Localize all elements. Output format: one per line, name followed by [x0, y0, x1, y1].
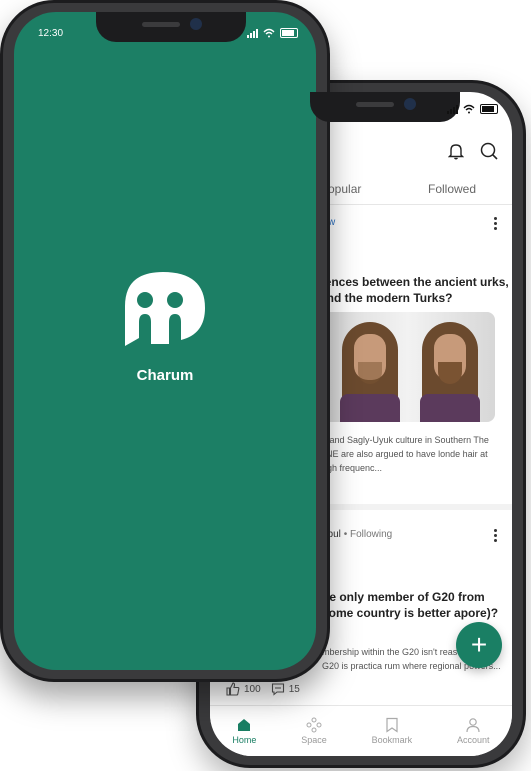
post-reactions: 100 15	[226, 682, 300, 696]
nav-home[interactable]: Home	[232, 717, 256, 745]
bookmark-icon	[386, 717, 398, 733]
post-image	[320, 312, 495, 422]
search-icon[interactable]	[480, 142, 498, 160]
speaker	[356, 102, 394, 107]
brand-name: Charum	[136, 367, 194, 384]
speaker	[142, 22, 180, 27]
nav-bookmark[interactable]: Bookmark	[371, 717, 413, 745]
status-time: 12:30	[38, 28, 64, 39]
wifi-icon	[263, 28, 275, 38]
camera	[190, 18, 202, 30]
front-notch	[96, 12, 246, 42]
nav-bookmark-label: Bookmark	[371, 735, 413, 745]
post-excerpt: el and Sagly-Uyuk culture in Southern Th…	[320, 435, 489, 473]
back-notch	[310, 92, 460, 122]
add-post-button[interactable]: +	[456, 622, 502, 668]
nav-home-label: Home	[232, 735, 257, 745]
status-icons	[247, 28, 298, 38]
front-phone: 12:30 Charum	[0, 0, 330, 682]
header-actions	[448, 142, 498, 160]
like-group[interactable]: 100	[226, 682, 261, 696]
nav-account-label: Account	[457, 735, 490, 745]
space-icon	[306, 717, 322, 733]
thumbs-up-icon[interactable]	[226, 682, 240, 696]
comment-icon[interactable]	[271, 682, 285, 696]
more-icon[interactable]	[494, 529, 498, 542]
wifi-icon	[463, 104, 475, 114]
splash-screen: 12:30 Charum	[14, 12, 316, 670]
home-icon	[238, 719, 251, 731]
tab-followed[interactable]: Followed	[428, 182, 476, 196]
following-status: Following	[349, 529, 393, 540]
bell-icon[interactable]	[448, 142, 464, 160]
signal-icon	[447, 104, 458, 114]
comment-group[interactable]: 15	[271, 682, 300, 696]
battery-icon	[480, 104, 498, 114]
battery-icon	[280, 28, 298, 38]
post-title[interactable]: he only member of G20 from some country …	[322, 589, 502, 621]
more-icon[interactable]	[494, 217, 498, 230]
nav-space[interactable]: Space	[301, 717, 327, 745]
nav-space-label: Space	[301, 735, 327, 745]
charum-logo-icon	[125, 272, 205, 346]
post-title[interactable]: rences between the ancient urks, and the…	[320, 274, 510, 306]
like-count: 100	[244, 683, 261, 695]
portrait-right	[420, 322, 480, 422]
status-bar	[447, 104, 498, 114]
bottom-nav: Home Space Bookmark Account	[210, 705, 512, 756]
account-icon	[466, 718, 480, 733]
post-meta: nbul • Following	[322, 529, 393, 540]
nav-account[interactable]: Account	[457, 717, 490, 745]
comment-count: 15	[288, 683, 300, 695]
camera	[404, 98, 416, 110]
portrait-left	[340, 322, 400, 422]
signal-icon	[247, 28, 258, 38]
